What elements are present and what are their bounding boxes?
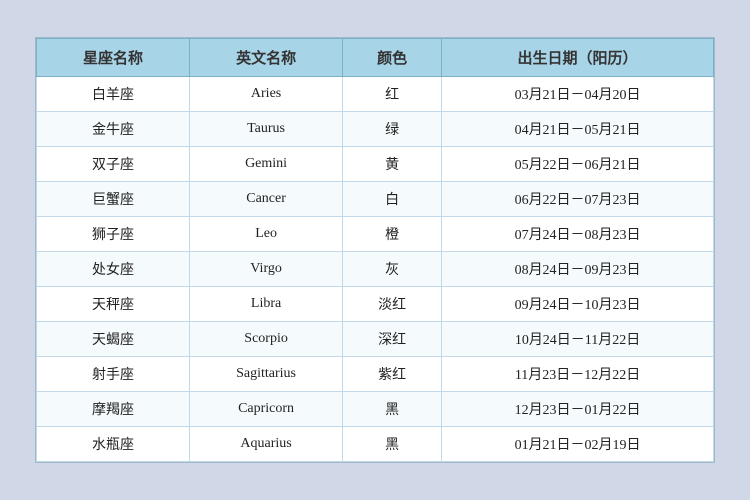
table-cell: 红 [343,77,442,112]
table-cell: Aries [190,77,343,112]
table-cell: 黑 [343,392,442,427]
table-cell: 04月21日－05月21日 [442,112,714,147]
zodiac-table-container: 星座名称英文名称颜色出生日期（阳历） 白羊座Aries红03月21日－04月20… [35,37,715,463]
table-cell: Virgo [190,252,343,287]
table-cell: 深红 [343,322,442,357]
table-cell: 金牛座 [37,112,190,147]
table-cell: 狮子座 [37,217,190,252]
table-cell: 天秤座 [37,287,190,322]
table-row: 巨蟹座Cancer白06月22日－07月23日 [37,182,714,217]
table-header-cell: 星座名称 [37,39,190,77]
table-cell: 射手座 [37,357,190,392]
table-header-cell: 出生日期（阳历） [442,39,714,77]
table-cell: Scorpio [190,322,343,357]
table-row: 水瓶座Aquarius黑01月21日－02月19日 [37,427,714,462]
table-cell: 白 [343,182,442,217]
table-cell: Libra [190,287,343,322]
table-cell: Taurus [190,112,343,147]
table-cell: 09月24日－10月23日 [442,287,714,322]
table-cell: 绿 [343,112,442,147]
table-row: 双子座Gemini黄05月22日－06月21日 [37,147,714,182]
table-cell: 灰 [343,252,442,287]
table-row: 金牛座Taurus绿04月21日－05月21日 [37,112,714,147]
table-row: 射手座Sagittarius紫红11月23日－12月22日 [37,357,714,392]
table-cell: Aquarius [190,427,343,462]
table-header-cell: 颜色 [343,39,442,77]
table-cell: 摩羯座 [37,392,190,427]
table-row: 狮子座Leo橙07月24日－08月23日 [37,217,714,252]
table-cell: 淡红 [343,287,442,322]
table-cell: 03月21日－04月20日 [442,77,714,112]
table-cell: 双子座 [37,147,190,182]
table-cell: Gemini [190,147,343,182]
table-cell: 01月21日－02月19日 [442,427,714,462]
table-row: 摩羯座Capricorn黑12月23日－01月22日 [37,392,714,427]
table-cell: 黑 [343,427,442,462]
table-cell: 白羊座 [37,77,190,112]
table-cell: Capricorn [190,392,343,427]
table-row: 天蝎座Scorpio深红10月24日－11月22日 [37,322,714,357]
table-body: 白羊座Aries红03月21日－04月20日金牛座Taurus绿04月21日－0… [37,77,714,462]
table-cell: 水瓶座 [37,427,190,462]
table-cell: 12月23日－01月22日 [442,392,714,427]
table-cell: 07月24日－08月23日 [442,217,714,252]
table-cell: 08月24日－09月23日 [442,252,714,287]
table-cell: 处女座 [37,252,190,287]
zodiac-table: 星座名称英文名称颜色出生日期（阳历） 白羊座Aries红03月21日－04月20… [36,38,714,462]
table-cell: Cancer [190,182,343,217]
table-row: 白羊座Aries红03月21日－04月20日 [37,77,714,112]
table-row: 处女座Virgo灰08月24日－09月23日 [37,252,714,287]
table-row: 天秤座Libra淡红09月24日－10月23日 [37,287,714,322]
table-cell: 紫红 [343,357,442,392]
table-cell: 06月22日－07月23日 [442,182,714,217]
table-cell: 天蝎座 [37,322,190,357]
table-cell: 11月23日－12月22日 [442,357,714,392]
table-cell: 黄 [343,147,442,182]
table-cell: 巨蟹座 [37,182,190,217]
table-header-cell: 英文名称 [190,39,343,77]
table-cell: 05月22日－06月21日 [442,147,714,182]
table-cell: 橙 [343,217,442,252]
table-cell: 10月24日－11月22日 [442,322,714,357]
table-header-row: 星座名称英文名称颜色出生日期（阳历） [37,39,714,77]
table-cell: Sagittarius [190,357,343,392]
table-cell: Leo [190,217,343,252]
